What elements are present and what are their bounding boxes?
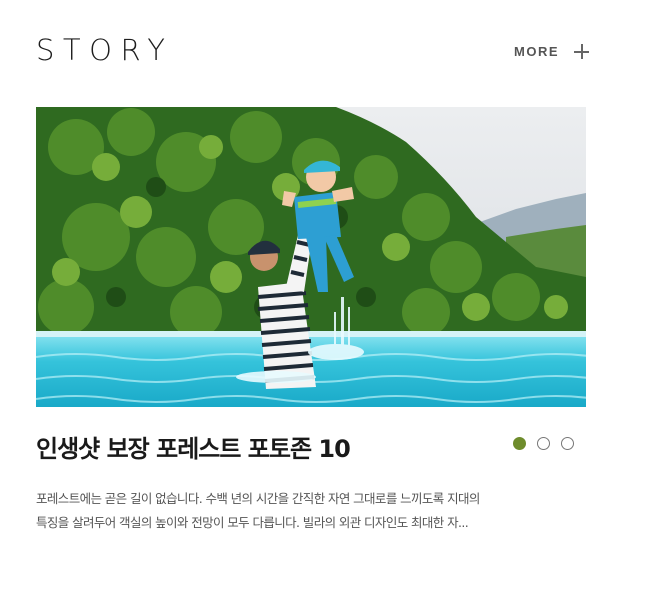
story-description: 포레스트에는 곧은 길이 없습니다. 수백 년의 시간을 간직한 자연 그대로를…: [36, 487, 566, 535]
carousel-dot-1[interactable]: [513, 437, 526, 450]
story-photo-illustration: [36, 107, 586, 407]
more-label: MORE: [514, 44, 559, 59]
carousel-dot-2[interactable]: [537, 437, 550, 450]
story-title[interactable]: 인생샷 보장 포레스트 포토존 10: [36, 435, 351, 464]
story-image[interactable]: [36, 107, 586, 407]
section-title: STORY: [36, 33, 174, 67]
more-link[interactable]: MORE: [514, 44, 589, 59]
carousel-pagination: [513, 437, 585, 450]
story-description-line-1: 포레스트에는 곧은 길이 없습니다. 수백 년의 시간을 간직한 자연 그대로를…: [36, 491, 480, 506]
plus-icon: [574, 44, 589, 59]
story-description-line-2: 특징을 살려두어 객실의 높이와 전망이 모두 다릅니다. 빌라의 외관 디자인…: [36, 515, 469, 530]
carousel-dot-3[interactable]: [561, 437, 574, 450]
